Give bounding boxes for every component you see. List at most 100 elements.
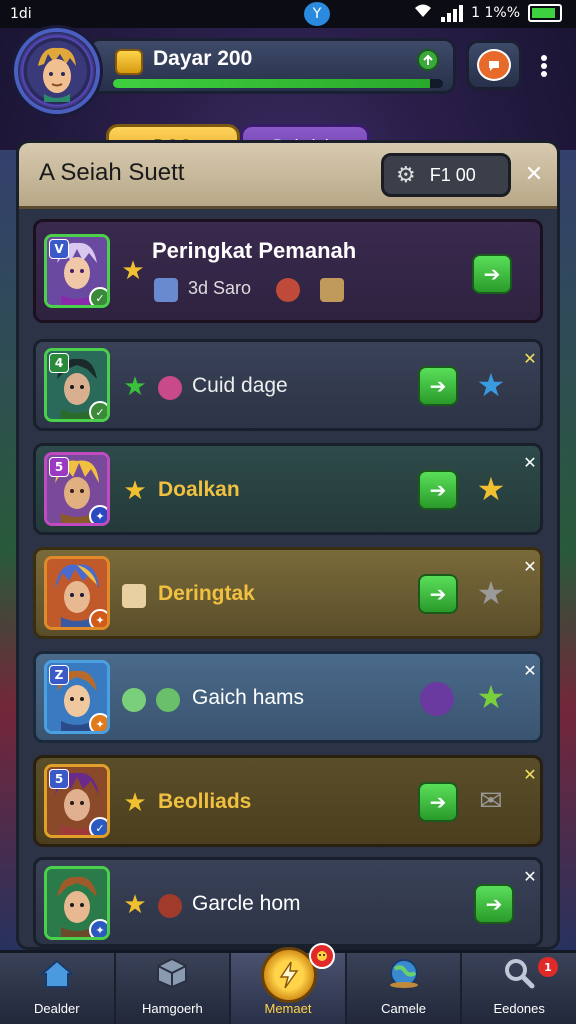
row-title: Deringtak <box>158 582 255 605</box>
class-badge-icon: ✓ <box>89 287 107 305</box>
header: Dayar 200 DGO Daksiais <box>0 28 576 168</box>
row-subtitle: 3d Saro <box>188 278 252 298</box>
nav-item-inventory[interactable]: Hamgoerh <box>116 953 232 1024</box>
nav-item-world[interactable]: Camele <box>347 953 463 1024</box>
app-notification-icon: Y <box>304 2 330 26</box>
hero-portrait: 4 ✓ <box>44 348 110 422</box>
chat-button[interactable] <box>466 40 522 90</box>
go-button[interactable]: ➔ <box>418 366 458 406</box>
ranking-panel: A Seiah Suett ⚙ F1 00 ✕ V ✓ ★ Peringkat … <box>16 140 560 950</box>
star-icon: ★ <box>123 788 147 818</box>
star-icon: ★ <box>121 256 145 286</box>
class-badge-icon: ✓ <box>89 817 107 835</box>
reward-star-icon: ★ <box>476 470 506 508</box>
level-badge-icon <box>417 49 439 71</box>
signal-icon <box>441 4 464 22</box>
status-icons: 1 1%% <box>413 3 562 23</box>
dismiss-button[interactable]: ✕ <box>520 866 540 886</box>
hero-portrait: 5 ✦ <box>44 452 110 526</box>
nav-item-search[interactable]: 1 Eedones <box>462 953 576 1024</box>
list-item[interactable]: 5 ✦ ★ Doalkan ➔ ★ ✕ <box>33 443 543 535</box>
nav-label: Memaet <box>264 1001 312 1016</box>
xp-bar <box>113 79 443 88</box>
helmet-icon <box>276 278 300 302</box>
hero-portrait: 5 ✓ <box>44 764 110 838</box>
nav-item-main[interactable]: Memaet <box>231 943 347 1024</box>
envelope-icon: ✉ <box>479 784 503 817</box>
wifi-icon <box>413 3 433 23</box>
arrow-right-icon: ➔ <box>483 262 501 286</box>
reward-star-icon: ★ <box>476 574 506 612</box>
filter-label: F1 00 <box>429 164 476 185</box>
close-panel-button[interactable]: ✕ <box>519 159 549 189</box>
star-icon: ★ <box>123 476 147 506</box>
cube-icon <box>156 957 188 997</box>
go-button[interactable]: ➔ <box>418 470 458 510</box>
eggplant-icon <box>420 682 454 716</box>
panel-header: A Seiah Suett ⚙ F1 00 ✕ <box>19 143 557 209</box>
search-icon <box>503 957 535 997</box>
nav-item-home[interactable]: Dealder <box>0 953 116 1024</box>
alert-icon <box>309 943 336 969</box>
arrow-right-icon: ➔ <box>485 892 503 916</box>
rank-badge: V <box>49 239 69 259</box>
class-badge-icon: ✦ <box>89 919 107 937</box>
hero-portrait: ✦ <box>44 556 110 630</box>
player-bar[interactable]: Dayar 200 <box>88 38 456 94</box>
go-button[interactable]: ➔ <box>418 782 458 822</box>
close-icon: ✕ <box>524 161 544 187</box>
hero-portrait: Z ✦ <box>44 660 110 734</box>
hero-portrait: V ✓ <box>44 234 110 308</box>
go-button[interactable]: ➔ <box>472 254 512 294</box>
go-button[interactable]: ➔ <box>418 574 458 614</box>
dismiss-button[interactable]: ✕ <box>520 348 540 368</box>
dismiss-button[interactable]: ✕ <box>520 452 540 472</box>
row-title: Gaich hams <box>192 686 305 709</box>
nav-label: Hamgoerh <box>142 1001 203 1016</box>
list-item[interactable]: 5 ✓ ★ Beolliads ➔ ✉ ✕ <box>33 755 543 847</box>
dismiss-button[interactable]: ✕ <box>520 660 540 680</box>
list-item[interactable]: V ✓ ★ Peringkat Pemanah 3d Saro ➔ <box>33 219 543 323</box>
potion-icon <box>158 376 182 400</box>
nav-label: Dealder <box>34 1001 80 1016</box>
arrow-right-icon: ➔ <box>429 374 447 398</box>
kebab-menu-icon <box>541 55 547 77</box>
xp-bar-fill <box>113 79 430 88</box>
list-item[interactable]: Z ✦ Gaich hams ★ ✕ <box>33 651 543 743</box>
class-badge-icon: ✓ <box>89 401 107 419</box>
status-time: 1di <box>10 6 32 22</box>
chat-icon <box>477 49 511 81</box>
battery-fill <box>532 8 556 18</box>
filter-button[interactable]: ⚙ F1 00 <box>381 153 511 197</box>
nav-label: Camele <box>381 1001 426 1016</box>
arrow-right-icon: ➔ <box>429 790 447 814</box>
home-icon <box>39 959 75 997</box>
class-badge-icon: ✦ <box>89 505 107 523</box>
reward-star-icon: ★ <box>476 678 506 716</box>
globe-icon <box>387 957 421 997</box>
more-menu-button[interactable] <box>530 44 558 88</box>
battery-percent: 1 1%% <box>471 5 520 21</box>
egg-icon <box>156 688 180 712</box>
player-avatar[interactable] <box>14 28 100 114</box>
gear-icon: ⚙ <box>396 162 416 188</box>
go-button[interactable]: ➔ <box>474 884 514 924</box>
bottle-icon <box>154 278 178 302</box>
dismiss-button[interactable]: ✕ <box>520 556 540 576</box>
notification-badge: 1 <box>537 957 558 977</box>
dismiss-button[interactable]: ✕ <box>520 764 540 784</box>
status-bar: 1di Y 1 1%% <box>0 0 576 28</box>
list-item[interactable]: ✦ ★ Garcle hom ➔ ✕ <box>33 857 543 947</box>
row-title: Beolliads <box>158 790 252 813</box>
rank-badge: 4 <box>49 353 69 373</box>
list-item[interactable]: 4 ✓ ★ Cuid dage ➔ ★ ✕ <box>33 339 543 431</box>
list-item[interactable]: ✦ Deringtak ➔ ★ ✕ <box>33 547 543 639</box>
bottom-nav: Dealder Hamgoerh Memaet Camele 1 Eedones <box>0 943 576 1024</box>
arrow-right-icon: ➔ <box>429 478 447 502</box>
class-badge-icon: ✦ <box>89 713 107 731</box>
row-title: Doalkan <box>158 478 240 501</box>
nav-label: Eedones <box>493 1001 545 1016</box>
potion-icon <box>122 688 146 712</box>
star-icon: ★ <box>123 890 147 920</box>
panel-title: A Seiah Suett <box>39 159 185 186</box>
